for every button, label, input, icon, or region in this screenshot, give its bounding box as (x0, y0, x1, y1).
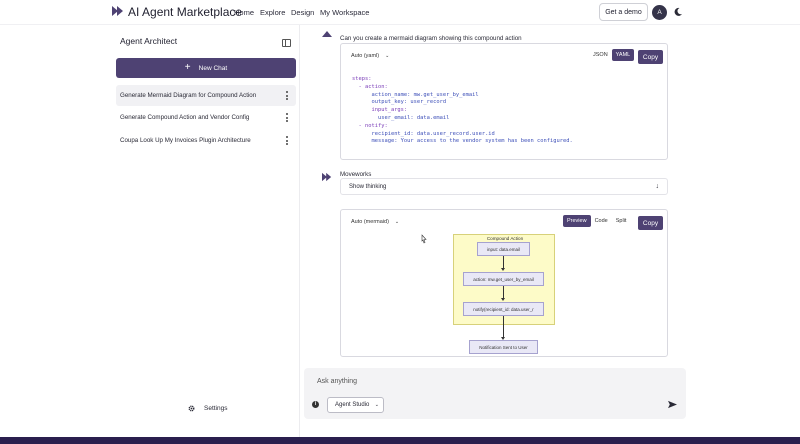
arrow-head (501, 298, 505, 301)
more-options-icon[interactable] (286, 91, 288, 100)
code-line: - notify: (352, 122, 388, 129)
split-view-tab[interactable]: Split (612, 215, 631, 227)
message-input[interactable]: Ask anything (317, 378, 357, 385)
code-line: user_email: data.email (352, 114, 450, 121)
chevron-down-icon: ⌄ (385, 53, 390, 59)
chat-sidebar: Agent Architect + New Chat Generate Merm… (110, 25, 300, 437)
mouse-cursor-icon (421, 234, 427, 244)
top-navigation-bar: AI Agent Marketplace Home Explore Design… (0, 0, 800, 25)
diagram-node: input: data.email (477, 242, 530, 256)
user-message-icon (322, 31, 332, 37)
code-line: action_name: mw.get_user_by_email (352, 91, 479, 98)
chevron-down-icon: ⌄ (394, 219, 400, 225)
json-format-tab[interactable]: JSON (589, 49, 612, 61)
info-icon[interactable]: i (312, 401, 319, 408)
nav-explore-link[interactable]: Explore (260, 8, 285, 17)
preview-view-tab[interactable]: Preview (563, 215, 591, 227)
diagram-node: notify(recipient_id: data.user_r (463, 302, 544, 316)
code-line: message: Your access to the vendor syste… (352, 138, 573, 145)
view-toggle: Preview Code Split (563, 215, 630, 227)
chat-history-item[interactable]: Coupa Look Up My Invoices Plugin Archite… (116, 130, 296, 151)
copy-diagram-button[interactable]: Copy (638, 216, 663, 230)
show-thinking-toggle[interactable]: Show thinking ↓ (340, 178, 668, 195)
new-chat-label: New Chat (198, 64, 228, 72)
language-select[interactable]: Auto (mermaid) ⌄ (351, 219, 399, 225)
nav-my-workspace-link[interactable]: My Workspace (320, 8, 369, 17)
brand-logo-icon[interactable] (112, 5, 124, 17)
chat-title: Generate Compound Action and Vendor Conf… (120, 114, 250, 121)
chat-title: Generate Mermaid Diagram for Compound Ac… (120, 92, 257, 99)
sidebar-title: Agent Architect (120, 36, 178, 46)
message-composer: Ask anything i Agent Studio ⌄ (304, 368, 686, 419)
chat-title: Coupa Look Up My Invoices Plugin Archite… (120, 137, 251, 144)
agent-select-value: Agent Studio (335, 402, 370, 408)
moveworks-logo-icon (322, 172, 332, 182)
footer-bar (0, 437, 800, 444)
chat-history-item[interactable]: Generate Compound Action and Vendor Conf… (116, 107, 296, 128)
send-icon[interactable] (668, 400, 677, 409)
code-line: - action: (352, 83, 388, 90)
gear-icon (188, 405, 195, 412)
language-select[interactable]: Auto (yaml) ⌄ (351, 53, 389, 59)
chat-history-item[interactable]: Generate Mermaid Diagram for Compound Ac… (116, 85, 296, 106)
plus-icon: + (184, 62, 191, 73)
nav-design-link[interactable]: Design (291, 8, 314, 17)
conversation-panel: Can you create a mermaid diagram showing… (300, 25, 710, 437)
bot-name: Moveworks (340, 171, 372, 178)
settings-label: Settings (204, 405, 228, 412)
language-select-value: Auto (yaml) (351, 53, 380, 59)
code-line: input_args: (352, 107, 408, 114)
arrow-down-icon: ↓ (655, 183, 660, 190)
yaml-format-tab[interactable]: YAML (611, 49, 635, 61)
mermaid-diagram: Compound Action input: data.email action… (453, 234, 557, 354)
code-view-tab[interactable]: Code (591, 215, 612, 227)
group-title: Compound Action (486, 236, 524, 241)
code-block-card: Auto (yaml) ⌄ JSON YAML Copy steps: - ac… (340, 43, 668, 160)
code-line: output_key: user_record (352, 99, 447, 106)
diagram-edge (503, 316, 504, 338)
agent-select[interactable]: Agent Studio ⌄ (327, 397, 384, 413)
more-options-icon[interactable] (286, 113, 288, 122)
language-select-value: Auto (mermaid) (351, 219, 389, 225)
show-thinking-label: Show thinking (349, 183, 387, 190)
more-options-icon[interactable] (286, 136, 288, 145)
dark-mode-moon-icon[interactable] (673, 7, 683, 17)
copy-code-button[interactable]: Copy (638, 50, 663, 64)
user-avatar[interactable]: A (652, 5, 667, 20)
nav-home-link[interactable]: Home (234, 8, 254, 17)
arrow-head (501, 268, 505, 271)
yaml-code: steps: - action: action_name: mw.get_use… (352, 76, 573, 146)
format-toggle: JSON YAML (589, 49, 635, 61)
chevron-down-icon: ⌄ (374, 402, 379, 408)
code-line: steps: (352, 76, 372, 82)
diagram-node: action: mw.get_user_by_email (463, 272, 544, 286)
settings-button[interactable]: Settings (188, 405, 228, 412)
diagram-node: Notification Sent to User (469, 340, 538, 354)
user-prompt: Can you create a mermaid diagram showing… (340, 35, 522, 42)
get-a-demo-button[interactable]: Get a demo (599, 3, 648, 21)
code-line: recipient_id: data.user_record.user.id (352, 130, 495, 137)
sidebar-collapse-icon[interactable] (282, 39, 291, 47)
brand-title[interactable]: AI Agent Marketplace (128, 5, 242, 19)
new-chat-button[interactable]: + New Chat (116, 58, 296, 78)
diagram-card: Auto (mermaid) ⌄ Preview Code Split Copy… (340, 209, 668, 357)
